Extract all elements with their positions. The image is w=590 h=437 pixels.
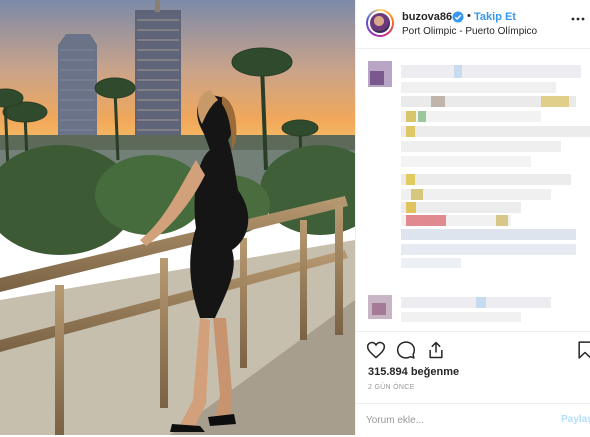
verified-badge-icon [452,11,464,23]
likes-count[interactable]: 315.894 beğenme [368,366,459,378]
add-comment-bar: Paylaş [356,403,590,436]
comment-text-blur [401,141,561,152]
comment-text-blur [401,65,581,78]
comment-text-blur [401,229,576,240]
location-link[interactable]: Port Olimpic - Puerto Olímpico [402,26,537,37]
tower-left [58,34,97,140]
tower-right [135,0,181,145]
bookmark-icon[interactable] [575,340,590,360]
comment-icon[interactable] [396,340,416,360]
more-options-icon[interactable] [571,12,585,26]
comment-text-blur [401,258,461,268]
instagram-post: buzova86 • Takip Et Port Olimpic - Puert… [0,0,590,435]
username[interactable]: buzova86 [402,11,452,23]
post-time[interactable]: 2 GÜN ÖNCE [368,384,415,391]
comment-text-blur [401,126,590,137]
separator-dot: • [467,10,471,22]
avatar[interactable] [366,9,394,37]
post-comment-button[interactable]: Paylaş [561,414,590,425]
post-photo[interactable] [0,0,355,435]
follow-button[interactable]: Takip Et [474,11,516,23]
comment-input[interactable] [366,411,546,429]
comment-text-blur [401,312,521,322]
heart-icon[interactable] [366,340,386,360]
share-icon[interactable] [426,340,446,360]
post-header: buzova86 • Takip Et Port Olimpic - Puert… [356,0,590,49]
comments-list [356,49,590,330]
comment-text-blur [401,174,571,185]
comment-text-blur [401,202,521,213]
comment-text-blur [401,244,576,255]
comment-text-blur [401,156,531,167]
post-sidebar: buzova86 • Takip Et Port Olimpic - Puert… [355,0,590,435]
photo-scene [0,0,355,435]
comment-text-blur [401,189,551,200]
comment-text-blur [401,82,556,93]
